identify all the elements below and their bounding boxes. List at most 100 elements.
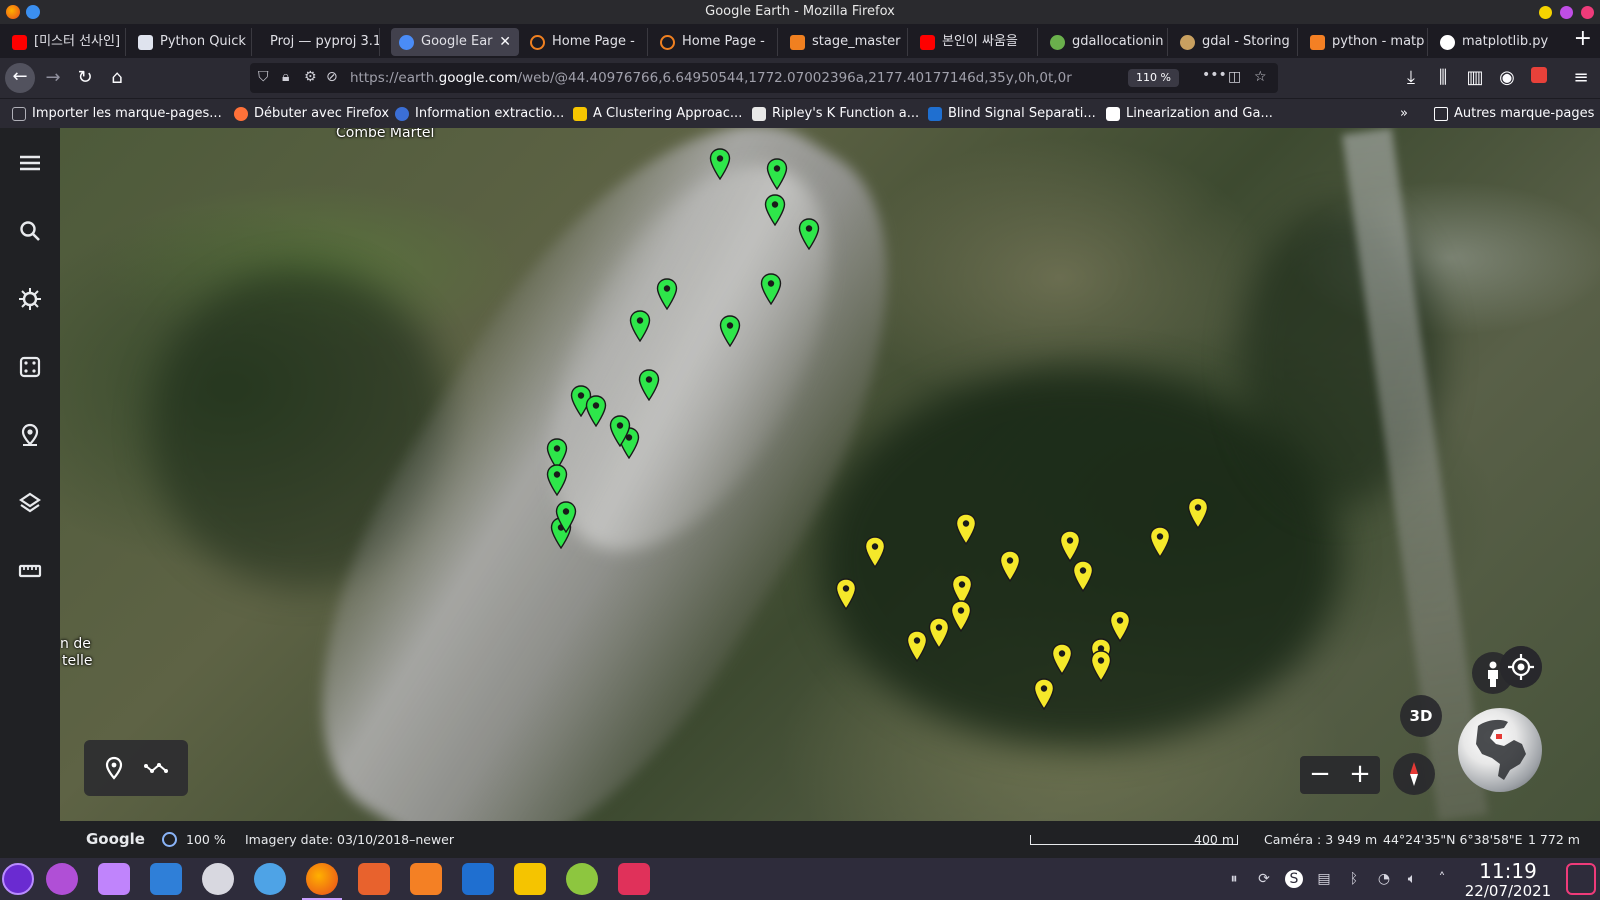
extension-icon[interactable] [1524,64,1554,92]
bookmark-item[interactable]: A Clustering Approac... [573,99,742,129]
terminal-icon[interactable] [150,863,182,895]
minimize-button[interactable] [1539,6,1552,19]
draw-line-icon[interactable] [142,754,170,782]
tab[interactable]: Home Page - [652,28,778,56]
tab[interactable]: stage_master [782,28,908,56]
feeling-lucky-dice-icon[interactable] [17,354,43,380]
bookmark-item[interactable]: Information extractio... [395,99,564,129]
software-store-icon[interactable] [98,863,130,895]
tab[interactable]: 본인이 싸움을 [912,28,1038,56]
green-placemark-pin[interactable] [629,310,651,342]
pdf-reader-icon[interactable] [462,863,494,895]
tab[interactable]: python - matp [1302,28,1428,56]
zoom-out-icon[interactable]: − [1300,756,1340,792]
add-placemark-icon[interactable] [100,754,128,782]
toggle-3d-button[interactable]: 3D [1400,695,1442,737]
telegram-icon[interactable] [254,863,286,895]
green-placemark-pin[interactable] [760,273,782,305]
shield-icon[interactable]: ⛉ [258,69,269,85]
menu-icon[interactable]: ≡ [1566,64,1596,92]
yellow-placemark-pin[interactable] [1109,610,1131,642]
green-placemark-pin[interactable] [555,501,577,533]
notes-icon[interactable] [514,863,546,895]
menu-icon[interactable] [17,150,43,176]
map-style-layers-icon[interactable] [17,490,43,516]
pause-icon[interactable]: ⏸ [1225,870,1243,888]
yellow-placemark-pin[interactable] [1033,678,1055,710]
clipboard-icon[interactable]: ▤ [1315,870,1333,888]
search-icon[interactable] [17,218,43,244]
tab-google-earth[interactable]: Google Ear ✕ [391,28,519,56]
camera-blocked-icon[interactable]: ⊘ [326,69,338,85]
volume-icon[interactable]: 🔈︎ [1403,870,1421,888]
bookmark-item[interactable]: Blind Signal Separati... [928,99,1096,129]
image-viewer-icon[interactable] [410,863,442,895]
forward-arrow-icon[interactable]: → [38,64,68,92]
pocket-icon[interactable]: ◫ [1228,69,1241,85]
settings-icon[interactable] [46,863,78,895]
bluetooth-icon[interactable]: ᛒ [1345,870,1363,888]
library-icon[interactable]: ⫼ [1428,64,1458,92]
yellow-placemark-pin[interactable] [1051,643,1073,675]
other-bookmarks-folder[interactable]: Autres marque-pages [1434,99,1594,129]
measure-ruler-icon[interactable] [17,558,43,584]
zoom-in-icon[interactable]: + [1340,756,1380,792]
yellow-placemark-pin[interactable] [950,600,972,632]
overview-globe[interactable] [1458,708,1542,792]
green-placemark-pin[interactable] [709,148,731,180]
window-menu-icon[interactable] [26,5,40,19]
yellow-placemark-pin[interactable] [1090,650,1112,682]
zoom-indicator[interactable]: 110 % [1128,69,1179,87]
green-placemark-pin[interactable] [764,194,786,226]
green-placemark-pin[interactable] [585,395,607,427]
spider-app-icon[interactable] [202,863,234,895]
sidebar-icon[interactable]: ▥ [1460,64,1490,92]
maximize-button[interactable] [1560,6,1573,19]
tab[interactable]: gdal - Storing [1172,28,1298,56]
bookmark-item[interactable]: Linearization and Ga... [1106,99,1273,129]
yellow-placemark-pin[interactable] [1187,497,1209,529]
my-location-button[interactable] [1500,646,1542,688]
tab[interactable]: matplotlib.py [1432,28,1558,56]
back-arrow-icon[interactable]: ← [5,63,35,93]
bookmark-item[interactable]: Importer les marque-pages... [12,99,222,129]
home-icon[interactable]: ⌂ [102,64,132,92]
yellow-placemark-pin[interactable] [864,536,886,568]
yellow-placemark-pin[interactable] [1072,560,1094,592]
green-placemark-pin[interactable] [766,158,788,190]
close-button[interactable] [1581,6,1594,19]
url-bar[interactable]: ⛉ 🔒︎ ⚙ ⊘ https://earth.google.com/web/@4… [250,63,1278,93]
file-manager-icon[interactable] [358,863,390,895]
bookmark-item[interactable]: Débuter avec Firefox [234,99,389,129]
yellow-placemark-pin[interactable] [999,550,1021,582]
show-desktop-icon[interactable] [1566,863,1596,895]
tab[interactable]: [미스터 선사인] [4,28,126,56]
permissions-icon[interactable]: ⚙ [304,69,317,85]
more-actions-icon[interactable]: ••• [1202,67,1227,83]
new-tab-icon[interactable]: + [1574,26,1592,51]
firefox-taskbar-icon[interactable] [302,863,342,900]
bookmark-star-icon[interactable]: ☆ [1254,69,1267,85]
satellite-map-view[interactable]: Combe Martel n de telle 3D − + [60,128,1600,821]
green-placemark-pin[interactable] [609,415,631,447]
green-placemark-pin[interactable] [798,218,820,250]
tab[interactable]: Python Quick [130,28,252,56]
lock-icon[interactable]: 🔒︎ [282,69,289,85]
yellow-placemark-pin[interactable] [955,513,977,545]
tray-expand-icon[interactable]: ˄ [1433,870,1451,888]
clock[interactable]: 11:19 22/07/2021 [1458,860,1558,900]
url-text[interactable]: https://earth.google.com/web/@44.4097676… [350,63,1072,93]
tab[interactable]: gdallocationin [1042,28,1168,56]
tab[interactable]: Proj — pyproj 3.1 [256,28,380,56]
compass-button[interactable] [1393,753,1435,795]
network-icon[interactable]: ◔ [1375,870,1393,888]
account-icon[interactable]: ◉ [1492,64,1522,92]
projects-pin-icon[interactable] [17,422,43,448]
voyager-icon[interactable] [17,286,43,312]
yellow-placemark-pin[interactable] [1059,530,1081,562]
green-placemark-pin[interactable] [656,278,678,310]
downloads-icon[interactable]: ⤓ [1396,64,1426,92]
app-launcher-icon[interactable] [2,863,34,895]
yellow-placemark-pin[interactable] [835,578,857,610]
close-tab-icon[interactable]: ✕ [499,28,511,56]
